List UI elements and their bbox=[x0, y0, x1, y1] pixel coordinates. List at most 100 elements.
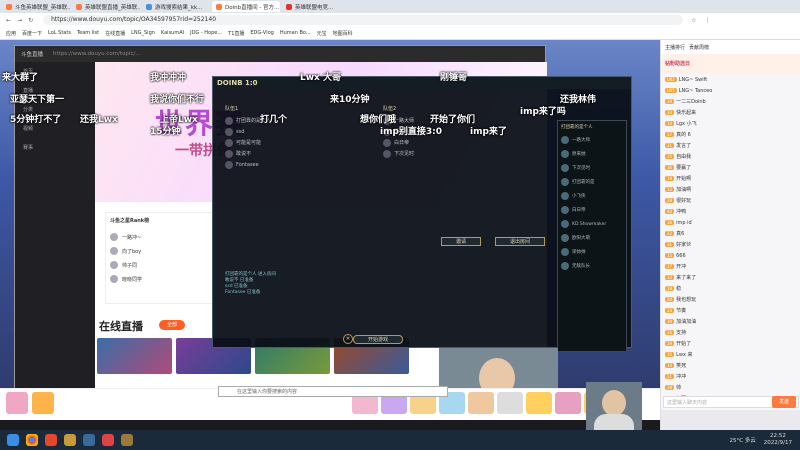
star-icon[interactable]: ☆ bbox=[691, 17, 696, 24]
close-icon[interactable]: ✕ bbox=[343, 334, 353, 344]
friend-row[interactable]: KD.Showmaker bbox=[558, 217, 626, 231]
stream-player[interactable]: 斗鱼直播 https://www.douyu.com/topic/... 首页 直播… bbox=[0, 40, 660, 388]
rank-row[interactable]: 一路冲~ bbox=[110, 230, 215, 244]
gift-icon[interactable] bbox=[6, 392, 28, 414]
level-badge: 21 bbox=[665, 374, 675, 379]
chat-message: 40 冲鸭 bbox=[661, 206, 800, 217]
friend-row[interactable]: 欧阳大萌 bbox=[558, 231, 626, 245]
url-input[interactable]: https://www.douyu.com/topic/OA34597957ri… bbox=[43, 15, 684, 25]
player-row[interactable]: 可能是可能 bbox=[225, 137, 375, 148]
friend-row[interactable]: 原来她 bbox=[558, 147, 626, 161]
friend-name: 打团靠的是 bbox=[572, 180, 595, 185]
browser-tab[interactable]: 英雄联盟电竞... bbox=[282, 1, 350, 12]
level-badge: 33 bbox=[665, 275, 675, 280]
level-badge: 18 bbox=[665, 286, 675, 291]
champion-icon bbox=[225, 116, 233, 125]
back-icon[interactable]: ← bbox=[6, 17, 11, 24]
player-row[interactable]: 敢说不 bbox=[225, 148, 375, 159]
friend-row[interactable]: 白日帝 bbox=[558, 203, 626, 217]
chat-message: 18 稳 bbox=[661, 283, 800, 294]
level-badge: 27 bbox=[665, 264, 675, 269]
friend-name: KD.Showmaker bbox=[572, 221, 607, 227]
rank-row[interactable]: 向了boy bbox=[110, 244, 215, 258]
leave-room-button[interactable]: 退出房间 bbox=[495, 237, 545, 246]
windows-start-icon[interactable] bbox=[7, 434, 19, 446]
gift-icon[interactable] bbox=[497, 392, 523, 414]
bookmark-item[interactable]: LoL Stats bbox=[48, 30, 71, 36]
app-icon[interactable] bbox=[102, 434, 114, 446]
message-text: Lgx 小飞 bbox=[676, 121, 697, 127]
player-row[interactable]: 打团靠的是个人 bbox=[225, 115, 375, 126]
gift-icon[interactable] bbox=[555, 392, 581, 414]
champion-icon bbox=[383, 149, 391, 158]
sidebar-item[interactable]: 赛事 bbox=[15, 138, 95, 157]
menu-icon[interactable]: ⋮ bbox=[704, 17, 710, 24]
bookmark-item[interactable]: LNG_Sign bbox=[131, 30, 155, 36]
invite-button[interactable]: 邀请 bbox=[441, 237, 481, 246]
chat-tab[interactable]: 贡献周榜 bbox=[689, 44, 709, 51]
app-icon[interactable] bbox=[83, 434, 95, 446]
message-text: LNG~ Tanceo bbox=[678, 87, 713, 94]
bookmark-item[interactable]: Team list bbox=[77, 30, 99, 36]
bookmarks-bar: 应用 百度一下 LoL Stats Team list 在线直播 LNG_Sign Kais… bbox=[0, 27, 800, 40]
message-text: 开冲 bbox=[676, 264, 687, 270]
rank-row[interactable]: 帅子同 bbox=[110, 258, 215, 272]
chat-message: 27 开冲 bbox=[661, 261, 800, 272]
reload-icon[interactable]: ↻ bbox=[28, 17, 33, 24]
player-row[interactable]: ssd bbox=[225, 126, 375, 137]
tab-favicon bbox=[286, 3, 292, 10]
gift-icon[interactable] bbox=[32, 392, 54, 414]
send-button[interactable]: 发送 bbox=[772, 396, 796, 408]
friend-row[interactable]: 小飞侠 bbox=[558, 189, 626, 203]
message-text: 要赢了 bbox=[676, 165, 692, 171]
bookmark-item[interactable]: 元宝 bbox=[317, 30, 327, 37]
friend-row[interactable]: 无敌队长 bbox=[558, 259, 626, 273]
bookmark-item[interactable]: 在线直播 bbox=[105, 30, 125, 37]
chat-message: 26 支持 bbox=[661, 327, 800, 338]
chat-message: 17 真的 6 bbox=[661, 129, 800, 140]
gift-icon[interactable] bbox=[526, 392, 552, 414]
level-badge: 35 bbox=[665, 352, 675, 357]
player-row[interactable]: Fontasee bbox=[225, 159, 375, 170]
bookmark-item[interactable]: JDG - Hope... bbox=[190, 30, 222, 36]
browser-tab[interactable]: 游戏搜索结果_kk... bbox=[142, 1, 210, 12]
friend-name: 原来她 bbox=[572, 152, 586, 157]
bookmark-item[interactable]: KaisumAI bbox=[161, 30, 184, 36]
rank-row[interactable]: 晓晓同学 bbox=[110, 272, 215, 286]
chat-tab[interactable]: 主播排行 bbox=[665, 44, 685, 51]
chat-tabs: 主播排行 贡献周榜 bbox=[661, 40, 800, 54]
team1-label: 队伍1 bbox=[225, 106, 239, 112]
message-text: 开始了 bbox=[676, 341, 692, 347]
avatar bbox=[561, 262, 569, 270]
forward-icon[interactable]: → bbox=[17, 17, 22, 24]
inner-browser-titlebar: 斗鱼直播 https://www.douyu.com/topic/... bbox=[15, 46, 545, 62]
bookmark-item[interactable]: 应用 bbox=[6, 30, 16, 37]
bookmark-item[interactable]: 地图百科 bbox=[333, 30, 353, 37]
chat-message: 15 666 bbox=[661, 250, 800, 261]
search-box[interactable]: 在这里输入你要搜索的内容 bbox=[218, 386, 448, 397]
app-icon[interactable] bbox=[121, 434, 133, 446]
app-icon[interactable] bbox=[45, 434, 57, 446]
player-row[interactable]: 下次见时 bbox=[383, 148, 533, 159]
browser-tab[interactable]: Doinb直播间 - 官方... bbox=[212, 1, 280, 12]
browser-tab[interactable]: 斗鱼英雄联盟_英雄联... bbox=[2, 1, 70, 12]
friend-row[interactable]: 下次见时 bbox=[558, 161, 626, 175]
start-game-button[interactable]: 开始游戏 bbox=[353, 335, 403, 344]
bookmark-item[interactable]: Human Bo... bbox=[280, 30, 311, 36]
bookmark-item[interactable]: 百度一下 bbox=[22, 30, 42, 37]
chrome-icon[interactable] bbox=[26, 434, 38, 446]
live-thumbnail[interactable] bbox=[97, 338, 172, 374]
live-all-button[interactable]: 全部 bbox=[159, 320, 185, 330]
avatar bbox=[561, 206, 569, 214]
player-name: 下次见时 bbox=[394, 151, 415, 157]
browser-tab[interactable]: 英雄联盟直播_英雄联... bbox=[72, 1, 140, 12]
bookmark-item[interactable]: T1直播 bbox=[228, 30, 244, 37]
danmu-comment: imp别直接3:0 bbox=[380, 127, 443, 137]
friend-row[interactable]: 打团靠的是 bbox=[558, 175, 626, 189]
app-icon[interactable] bbox=[64, 434, 76, 446]
friend-row[interactable]: 一路大师 bbox=[558, 133, 626, 147]
friend-row[interactable]: 梁帅帅 bbox=[558, 245, 626, 259]
gift-icon[interactable] bbox=[468, 392, 494, 414]
bookmark-item[interactable]: EDG-Vlog bbox=[250, 30, 273, 36]
player-row[interactable]: 白日帝 bbox=[383, 137, 533, 148]
